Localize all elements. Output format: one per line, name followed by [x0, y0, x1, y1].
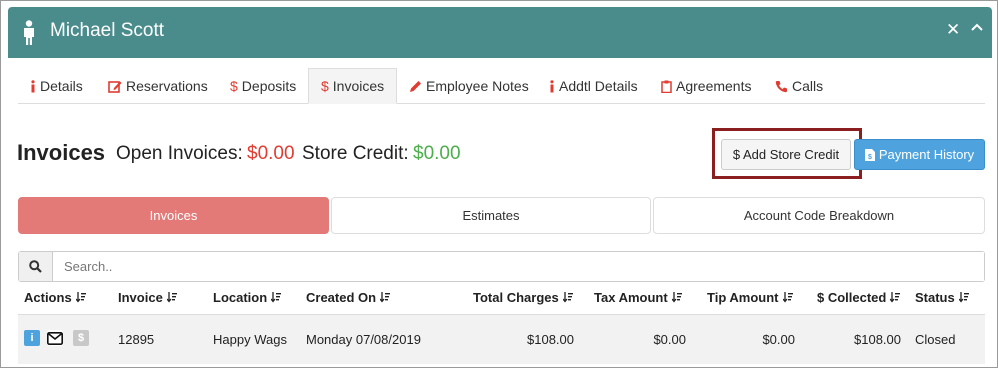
- column-label: Actions: [24, 290, 72, 305]
- tab-reservations[interactable]: Reservations: [108, 68, 208, 104]
- column-label: Total Charges: [473, 290, 559, 305]
- tab-agreements[interactable]: Agreements: [661, 68, 751, 104]
- column-label: Tip Amount: [707, 290, 779, 305]
- column-label: Tax Amount: [594, 290, 668, 305]
- tab-bar: Details Reservations $ Deposits $ Invoic…: [18, 68, 985, 104]
- tab-invoices[interactable]: $ Invoices: [308, 68, 398, 104]
- cell-location: Happy Wags: [213, 332, 287, 347]
- svg-text:$: $: [868, 154, 872, 161]
- dollar-icon: $: [321, 78, 329, 94]
- close-icon[interactable]: ✕: [946, 20, 960, 40]
- sort-icon: [380, 292, 391, 303]
- segment-invoices[interactable]: Invoices: [18, 197, 329, 234]
- clipboard-icon: [661, 80, 672, 93]
- person-icon: [24, 20, 34, 45]
- sort-icon: [671, 292, 682, 303]
- cell-total-charges: $108.00: [527, 332, 574, 347]
- segment-account-code-breakdown[interactable]: Account Code Breakdown: [653, 197, 985, 234]
- store-credit-value: $0.00: [413, 143, 461, 164]
- column-label: $ Collected: [817, 290, 887, 305]
- column-header-invoice[interactable]: Invoice: [118, 290, 177, 305]
- sort-icon: [75, 292, 86, 303]
- tab-label: Agreements: [676, 78, 752, 94]
- modal-title: Michael Scott: [50, 20, 165, 41]
- modal-header: Michael Scott ✕: [8, 7, 992, 58]
- tab-addtl-details[interactable]: Addtl Details: [549, 68, 638, 104]
- sort-icon: [890, 292, 901, 303]
- tab-details[interactable]: Details: [30, 68, 83, 104]
- column-label: Created On: [306, 290, 377, 305]
- search-bar: [18, 251, 985, 282]
- info-icon[interactable]: i: [24, 330, 40, 346]
- search-icon[interactable]: [19, 252, 53, 281]
- add-store-credit-button[interactable]: $ Add Store Credit: [721, 139, 851, 170]
- payment-history-label: Payment History: [878, 147, 975, 162]
- search-input[interactable]: [53, 252, 984, 281]
- payment-history-button[interactable]: $ Payment History: [854, 139, 985, 170]
- tab-label: Calls: [792, 78, 824, 94]
- cell-collected: $108.00: [854, 332, 901, 347]
- cell-created-on: Monday 07/08/2019: [306, 332, 421, 347]
- dollar-icon: $: [230, 78, 238, 94]
- sort-icon: [782, 292, 793, 303]
- page-title: Invoices: [17, 140, 106, 165]
- sort-icon: [166, 292, 177, 303]
- tab-deposits[interactable]: $ Deposits: [230, 68, 296, 104]
- column-label: Invoice: [118, 290, 163, 305]
- column-header-location[interactable]: Location: [213, 290, 282, 305]
- column-header-total-charges[interactable]: Total Charges: [473, 290, 573, 305]
- cell-tax-amount: $0.00: [653, 332, 686, 347]
- sort-icon: [562, 292, 573, 303]
- tab-label: Employee Notes: [426, 78, 529, 94]
- info-icon: [30, 79, 36, 93]
- open-invoices-value: $0.00: [247, 143, 295, 164]
- envelope-icon[interactable]: [47, 330, 63, 346]
- chevron-up-icon[interactable]: [970, 21, 984, 35]
- cell-tip-amount: $0.00: [762, 332, 795, 347]
- column-label: Status: [915, 290, 955, 305]
- tab-label: Details: [40, 78, 83, 94]
- document-icon: $: [864, 148, 875, 161]
- column-header-created-on[interactable]: Created On: [306, 290, 391, 305]
- cell-status: Closed: [915, 332, 956, 347]
- sort-icon: [958, 292, 969, 303]
- open-invoices-label: Open Invoices:: [116, 143, 243, 164]
- tab-calls[interactable]: Calls: [775, 68, 823, 104]
- tab-label: Addtl Details: [559, 78, 638, 94]
- column-header-collected[interactable]: $ Collected: [817, 290, 901, 305]
- column-header-actions[interactable]: Actions: [24, 290, 86, 305]
- phone-icon: [775, 80, 788, 93]
- column-header-tax-amount[interactable]: Tax Amount: [594, 290, 682, 305]
- tab-employee-notes[interactable]: Employee Notes: [409, 68, 529, 104]
- cell-invoice: 12895: [118, 332, 155, 347]
- invoice-modal: Michael Scott ✕ Details Reservations $ D…: [0, 0, 998, 368]
- segment-estimates[interactable]: Estimates: [331, 197, 651, 234]
- store-credit-label: Store Credit:: [302, 143, 409, 164]
- column-header-tip-amount[interactable]: Tip Amount: [707, 290, 793, 305]
- tab-label: Reservations: [126, 78, 208, 94]
- tab-label: Invoices: [332, 78, 385, 94]
- dollar-icon[interactable]: $: [73, 330, 89, 346]
- sort-icon: [271, 292, 282, 303]
- edit-icon: [108, 80, 122, 93]
- pencil-icon: [409, 80, 422, 93]
- info-icon: [549, 79, 555, 93]
- column-header-status[interactable]: Status: [915, 290, 969, 305]
- column-label: Location: [213, 290, 268, 305]
- tab-label: Deposits: [241, 78, 297, 94]
